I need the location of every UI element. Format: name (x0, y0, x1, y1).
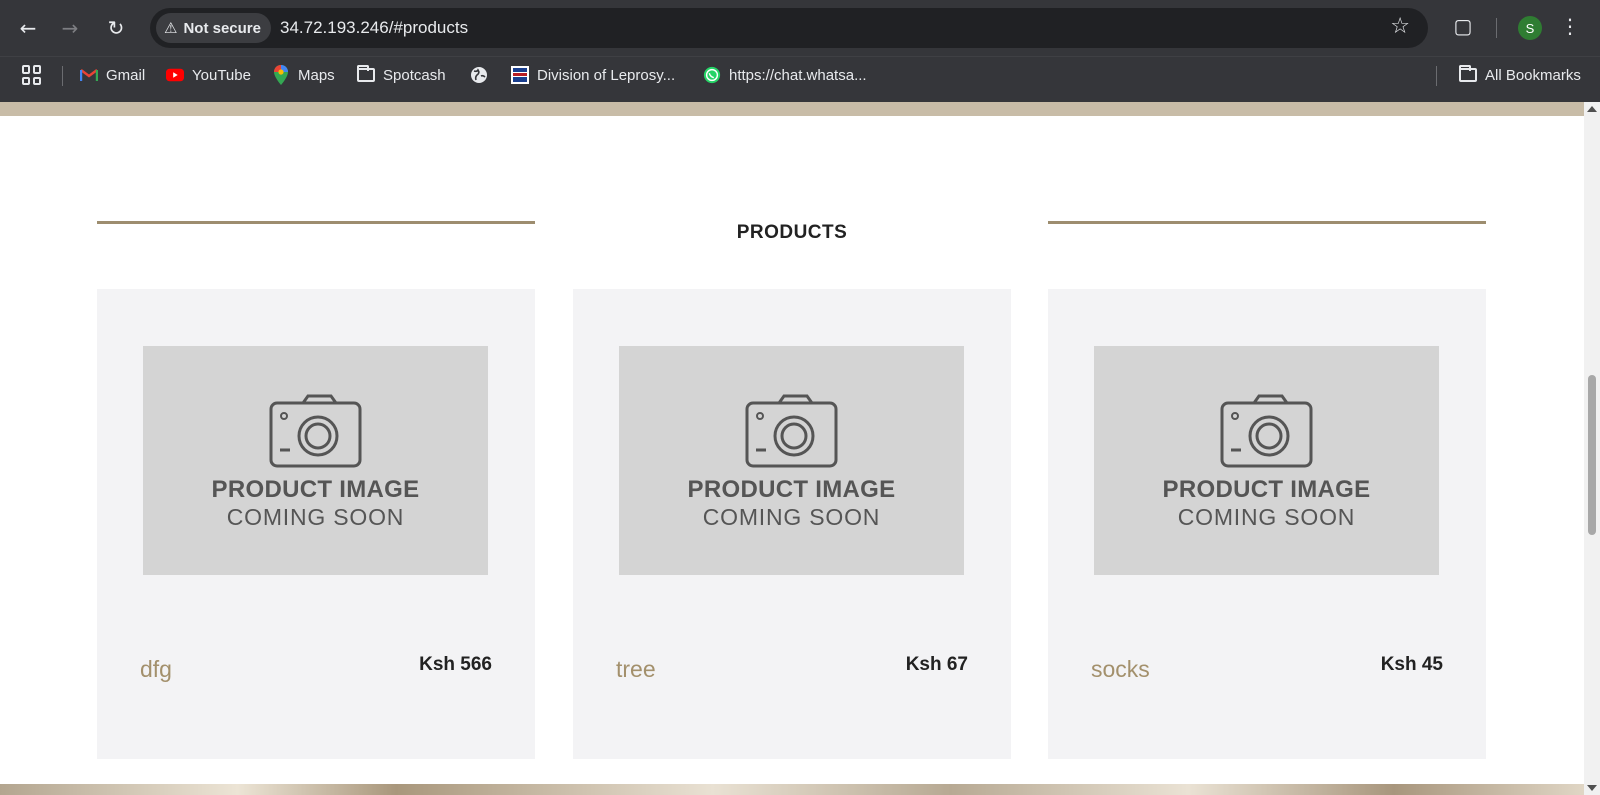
product-price: Ksh 45 (1380, 654, 1443, 675)
camera-icon (1220, 394, 1313, 468)
scroll-down-arrow-icon[interactable] (1587, 785, 1597, 791)
gmail-icon (80, 66, 98, 84)
placeholder-line1: PRODUCT IMAGE (1162, 476, 1371, 503)
apps-grid-icon[interactable] (22, 65, 42, 85)
security-chip[interactable]: ⚠ Not secure (156, 13, 271, 43)
product-image-placeholder[interactable]: PRODUCT IMAGE COMING SOON (1094, 346, 1439, 575)
product-name[interactable]: socks (1091, 656, 1150, 683)
bookmark-label: Division of Leprosy... (537, 66, 676, 84)
camera-icon (269, 394, 362, 468)
footer-image-band (0, 784, 1584, 795)
forward-icon[interactable]: → (54, 12, 86, 44)
globe-icon (470, 66, 488, 84)
bookmark-globe[interactable] (470, 64, 496, 86)
address-bar[interactable]: ⚠ Not secure 34.72.193.246/#products ☆ (150, 8, 1428, 48)
toolbar-divider (1496, 18, 1497, 38)
bookmark-label: Gmail (106, 66, 146, 84)
youtube-icon (166, 66, 184, 84)
bookmark-label: Maps (298, 66, 335, 84)
extensions-icon[interactable]: ▢ (1449, 14, 1477, 42)
vertical-scrollbar[interactable] (1584, 102, 1600, 795)
product-card[interactable]: PRODUCT IMAGE COMING SOON dfg Ksh 566 (97, 289, 535, 759)
product-price: Ksh 67 (905, 654, 968, 675)
header-band (0, 102, 1584, 116)
product-name[interactable]: dfg (140, 656, 172, 683)
folder-icon (1459, 65, 1477, 84)
reload-icon[interactable]: ↻ (100, 12, 132, 44)
bookmark-youtube[interactable]: YouTube (166, 64, 251, 86)
section-title: PRODUCTS (736, 222, 848, 243)
product-price: Ksh 566 (419, 654, 492, 675)
profile-avatar[interactable]: S (1518, 16, 1542, 40)
product-card[interactable]: PRODUCT IMAGE COMING SOON socks Ksh 45 (1048, 289, 1486, 759)
bookmarks-divider (1436, 66, 1437, 86)
menu-icon[interactable]: ⋮ (1560, 14, 1580, 38)
scroll-up-arrow-icon[interactable] (1587, 106, 1597, 112)
bookmark-division-of-leprosy[interactable]: Division of Leprosy... (511, 64, 675, 86)
site-favicon (511, 66, 529, 84)
all-bookmarks-button[interactable]: All Bookmarks (1459, 64, 1581, 86)
scroll-thumb[interactable] (1588, 375, 1596, 535)
camera-icon (745, 394, 838, 468)
placeholder-line1: PRODUCT IMAGE (211, 476, 420, 503)
placeholder-line1: PRODUCT IMAGE (687, 476, 896, 503)
warning-icon: ⚠ (164, 19, 178, 37)
maps-icon (272, 65, 290, 85)
placeholder-line2: COMING SOON (226, 504, 405, 530)
bookmark-label: YouTube (192, 66, 251, 84)
bookmark-label: https://chat.whatsa... (729, 66, 867, 84)
placeholder-line2: COMING SOON (702, 504, 881, 530)
folder-icon (357, 65, 375, 84)
security-label: Not secure (183, 19, 261, 37)
bookmark-star-icon[interactable]: ☆ (1390, 14, 1410, 39)
page-viewport: PRODUCTS PRODUCT IMAGE COMING SOON dfg K… (0, 102, 1600, 795)
product-image-placeholder[interactable]: PRODUCT IMAGE COMING SOON (143, 346, 488, 575)
product-card[interactable]: PRODUCT IMAGE COMING SOON tree Ksh 67 (573, 289, 1011, 759)
bookmark-whatsapp[interactable]: https://chat.whatsa... (703, 64, 867, 86)
url-text[interactable]: 34.72.193.246/#products (280, 18, 468, 38)
bookmark-spotcash[interactable]: Spotcash (357, 64, 446, 86)
product-image-placeholder[interactable]: PRODUCT IMAGE COMING SOON (619, 346, 964, 575)
bookmark-maps[interactable]: Maps (272, 64, 335, 86)
placeholder-line2: COMING SOON (1177, 504, 1356, 530)
browser-toolbar: ← → ↻ ⚠ Not secure 34.72.193.246/#produc… (0, 0, 1600, 56)
product-name[interactable]: tree (616, 656, 656, 683)
back-icon[interactable]: ← (12, 12, 44, 44)
bookmark-label: Spotcash (383, 66, 446, 84)
whatsapp-icon (703, 66, 721, 84)
bookmark-gmail[interactable]: Gmail (80, 64, 145, 86)
all-bookmarks-label: All Bookmarks (1485, 66, 1581, 84)
bookmarks-divider (62, 66, 63, 86)
